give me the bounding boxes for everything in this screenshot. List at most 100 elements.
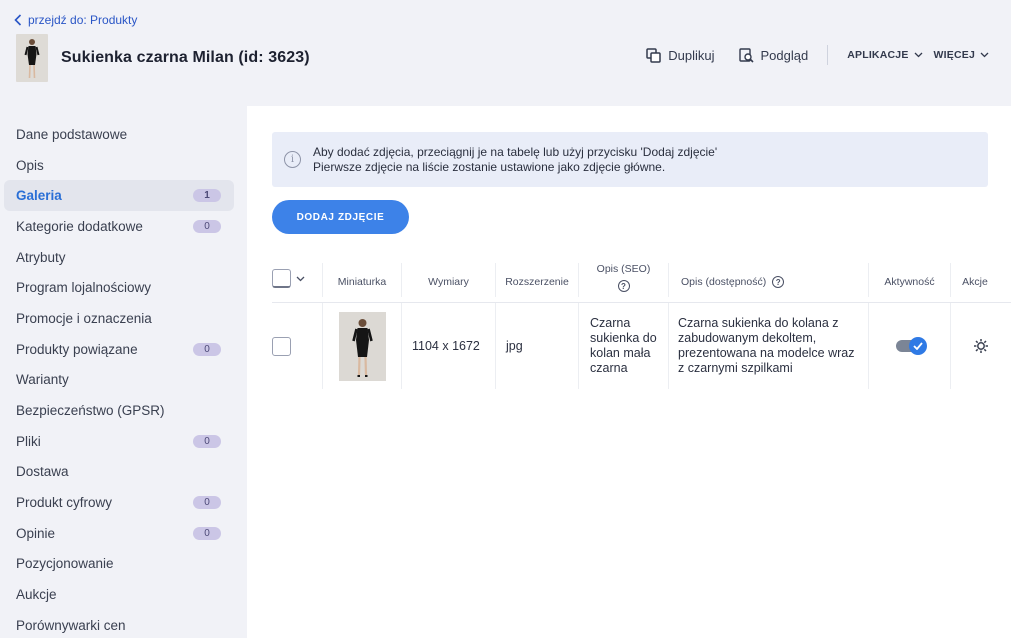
preview-icon: [738, 47, 754, 63]
row-select-cell: [272, 303, 322, 389]
sidebar-item[interactable]: Dane podstawowe: [4, 119, 234, 150]
add-photo-button[interactable]: DODAJ ZDJĘCIE: [272, 200, 409, 234]
sidebar-item[interactable]: Porównywarki cen: [4, 610, 234, 638]
sidebar-item[interactable]: Dostawa: [4, 457, 234, 488]
row-accessibility-cell[interactable]: Czarna sukienka do kolana z zabudowanym …: [678, 303, 863, 389]
help-icon[interactable]: ?: [617, 280, 630, 292]
sidebar-item[interactable]: Promocje i oznaczenia: [4, 303, 234, 334]
row-active-cell: [869, 303, 950, 389]
preview-button[interactable]: Podgląd: [738, 47, 809, 63]
toolbar-divider: [827, 45, 829, 65]
column-actions-label: Akcje: [962, 276, 988, 288]
sidebar-item[interactable]: Opis: [4, 150, 234, 181]
row-dimensions-cell: 1104 x 1672: [412, 339, 480, 353]
sidebar-item[interactable]: Warianty: [4, 365, 234, 396]
column-header-extension: Rozszerzenie: [496, 261, 578, 303]
sidebar-item[interactable]: Aukcje: [4, 579, 234, 610]
photo-thumbnail[interactable]: [338, 311, 386, 381]
help-icon[interactable]: ?: [772, 276, 785, 288]
sidebar-item[interactable]: Opinie 0: [4, 518, 234, 549]
table-header: Miniaturka Wymiary Rozszerzenie Opis (SE…: [272, 261, 1011, 303]
sidebar-item[interactable]: Bezpieczeństwo (GPSR): [4, 395, 234, 426]
sidebar-item-label: Program lojalnościowy: [16, 280, 152, 296]
select-all-checkbox[interactable]: [272, 269, 291, 288]
column-header-active: Aktywność: [869, 261, 950, 303]
table-row[interactable]: 1104 x 1672 jpg Czarna sukienka do kolan…: [272, 303, 1011, 389]
count-badge: 0: [193, 496, 221, 510]
sidebar-item[interactable]: Kategorie dodatkowe 0: [4, 211, 234, 242]
row-actions-cell: [951, 303, 1011, 389]
sidebar-item-label: Pozycjonowanie: [16, 556, 114, 572]
sidebar-item-label: Warianty: [16, 372, 69, 388]
more-menu-label: WIĘCEJ: [933, 49, 975, 61]
active-toggle[interactable]: [896, 337, 927, 355]
copy-icon: [646, 47, 661, 63]
sidebar-item-label: Opinie: [16, 525, 56, 541]
dress-model-image: [24, 39, 40, 79]
sidebar-item[interactable]: Pliki 0: [4, 426, 234, 457]
column-header-dimensions: Wymiary: [402, 261, 495, 303]
header-toolbar: Duplikuj Podgląd APLIKACJE WIĘCEJ: [646, 44, 989, 66]
count-badge: 0: [193, 219, 221, 233]
count-badge: 0: [193, 434, 221, 448]
column-thumbnail-label: Miniaturka: [337, 276, 387, 288]
info-banner: i Aby dodać zdjęcia, przeciągnij je na t…: [272, 132, 988, 187]
checkmark-icon: [913, 342, 923, 350]
column-header-actions: Akcje: [951, 261, 999, 303]
sidebar-item-label: Atrybuty: [16, 249, 66, 265]
sidebar-item-label: Bezpieczeństwo (GPSR): [16, 403, 165, 419]
count-badge: 0: [193, 342, 221, 356]
more-menu[interactable]: WIĘCEJ: [934, 49, 989, 61]
sidebar-item-label: Opis: [16, 157, 44, 173]
sidebar-item-label: Produkt cyfrowy: [16, 495, 113, 511]
row-extension-cell: jpg: [506, 339, 523, 353]
sidebar-item-label: Porównywarki cen: [16, 617, 126, 633]
back-link-label: przejdź do: Produkty: [28, 13, 138, 27]
column-seo-label: Opis (SEO): [596, 263, 651, 275]
chevron-down-icon[interactable]: [296, 276, 305, 282]
count-badge: 0: [193, 526, 221, 540]
sidebar-item[interactable]: Atrybuty: [4, 242, 234, 273]
product-thumbnail: [16, 34, 48, 82]
gear-icon[interactable]: [973, 338, 989, 354]
column-accessibility-label: Opis (dostępność): [681, 276, 767, 288]
sidebar-item-label: Aukcje: [16, 587, 57, 603]
column-active-label: Aktywność: [884, 276, 935, 288]
sidebar-item-label: Galeria: [16, 188, 62, 204]
info-line-2: Pierwsze zdjęcie na liście zostanie usta…: [313, 159, 666, 174]
sidebar-item-label: Promocje i oznaczenia: [16, 310, 152, 326]
page-title: Sukienka czarna Milan (id: 3623): [61, 49, 310, 66]
column-divider: [495, 303, 496, 389]
info-icon: i: [284, 151, 301, 168]
row-seo-cell[interactable]: Czarna sukienka do kolan mała czarna: [590, 303, 662, 389]
column-divider: [401, 303, 402, 389]
sidebar-item-label: Dostawa: [16, 464, 69, 480]
chevron-down-icon: [914, 52, 922, 58]
dress-model-image: [351, 318, 373, 377]
sidebar-item-label: Produkty powiązane: [16, 341, 138, 357]
apps-menu[interactable]: APLIKACJE: [847, 49, 922, 61]
row-checkbox[interactable]: [272, 336, 291, 356]
sidebar-item[interactable]: Produkt cyfrowy 0: [4, 487, 234, 518]
select-all-control: [272, 269, 305, 288]
column-divider: [668, 303, 669, 389]
sidebar-item[interactable]: Program lojalnościowy: [4, 272, 234, 303]
sidebar-item-label: Kategorie dodatkowe: [16, 218, 143, 234]
apps-menu-label: APLIKACJE: [847, 49, 909, 61]
duplicate-button[interactable]: Duplikuj: [646, 47, 715, 63]
chevron-left-icon: [14, 14, 22, 26]
column-dimensions-label: Wymiary: [428, 276, 469, 288]
sidebar-item[interactable]: Produkty powiązane 0: [4, 334, 234, 365]
sidebar-item[interactable]: Pozycjonowanie: [4, 549, 234, 580]
column-header-seo: Opis (SEO) ?: [579, 261, 668, 303]
column-extension-label: Rozszerzenie: [505, 276, 569, 288]
sidebar-item[interactable]: Galeria 1: [4, 180, 234, 212]
info-text: Aby dodać zdjęcia, przeciągnij je na tab…: [313, 145, 717, 175]
toggle-knob: [909, 337, 927, 355]
column-header-accessibility: Opis (dostępność) ?: [669, 261, 868, 303]
accessibility-description-text: Czarna sukienka do kolana z zabudowanym …: [678, 316, 855, 375]
row-thumbnail-cell: [323, 303, 401, 389]
preview-label: Podgląd: [760, 47, 809, 63]
count-badge: 1: [193, 189, 221, 203]
back-to-products-link[interactable]: przejdź do: Produkty: [14, 13, 137, 27]
